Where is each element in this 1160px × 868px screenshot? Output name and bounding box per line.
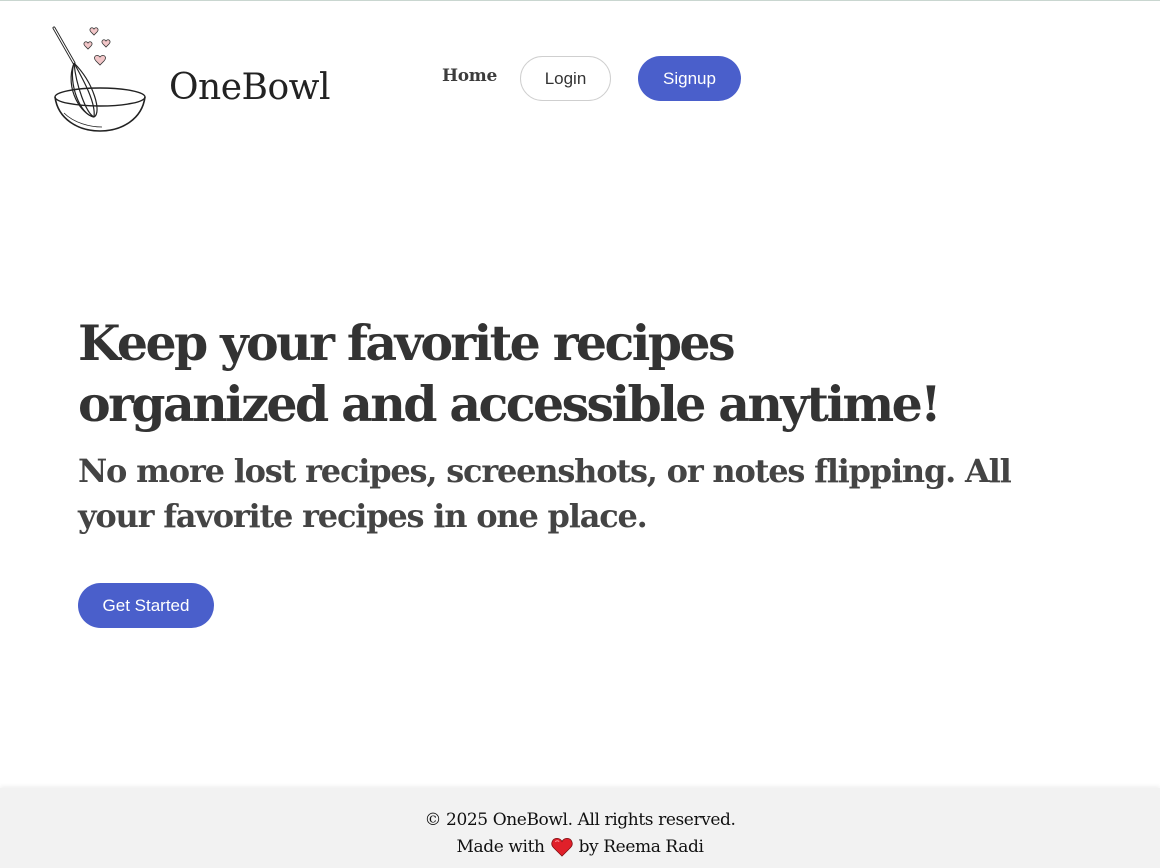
hero-subtitle: No more lost recipes, screenshots, or no… xyxy=(78,452,1012,535)
nav-home-link[interactable]: Home xyxy=(442,66,497,86)
brand-logo[interactable]: OneBowl xyxy=(50,23,350,138)
hero-title: Keep your favorite recipes organized and… xyxy=(78,313,978,435)
copyright-text: © 2025 OneBowl. All rights reserved. xyxy=(424,810,736,830)
made-with-text: Made with xyxy=(456,837,545,857)
whisk-bowl-hearts-icon xyxy=(52,26,146,132)
brand-name: OneBowl xyxy=(169,67,330,108)
hero-title-line-1: Keep your favorite recipes xyxy=(78,314,736,372)
hero-title-line-2: organized and accessible anytime! xyxy=(78,375,942,433)
hero-section: Keep your favorite recipes organized and… xyxy=(78,313,1098,539)
site-footer: © 2025 OneBowl. All rights reserved. Mad… xyxy=(0,788,1160,868)
credit-line: Made with by Reema Radi xyxy=(0,837,1160,857)
get-started-button[interactable]: Get Started xyxy=(78,583,214,628)
site-header: OneBowl Home Login Signup xyxy=(0,1,1160,151)
heart-icon xyxy=(550,837,573,857)
author-credit: by Reema Radi xyxy=(578,837,704,857)
signup-button[interactable]: Signup xyxy=(638,56,741,101)
login-button[interactable]: Login xyxy=(520,56,611,101)
